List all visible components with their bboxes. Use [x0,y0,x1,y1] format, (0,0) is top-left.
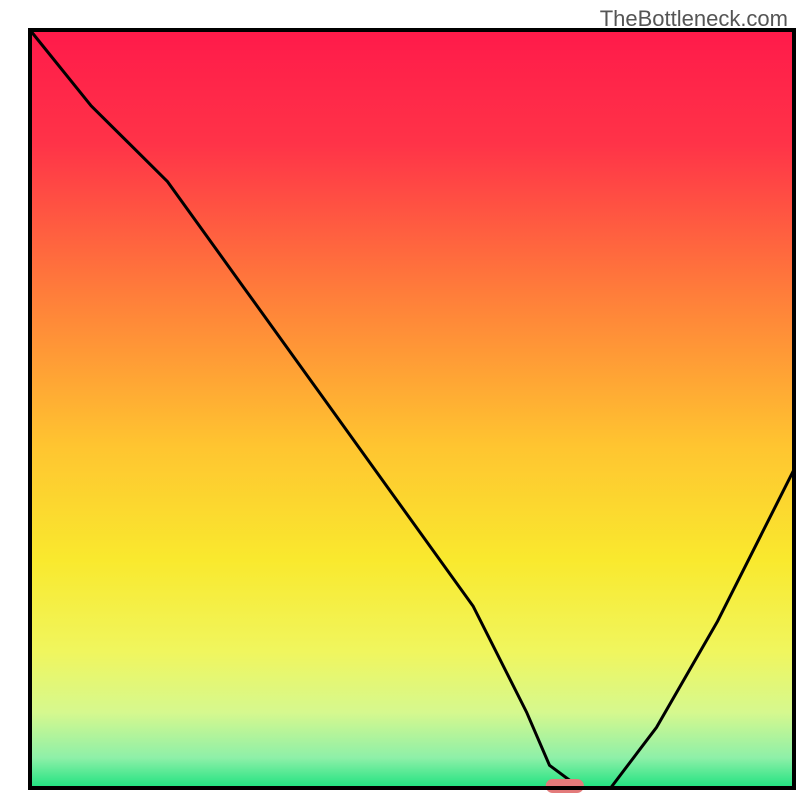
chart-svg [0,0,800,800]
plot-background [30,30,794,788]
watermark-text: TheBottleneck.com [600,6,788,32]
